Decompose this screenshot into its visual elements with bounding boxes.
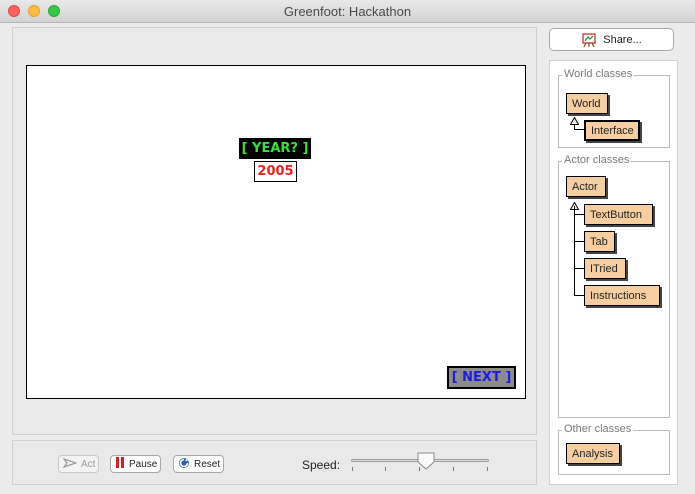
inheritance-line (574, 241, 584, 242)
class-textbutton[interactable]: TextButton (584, 204, 653, 225)
class-instructions[interactable]: Instructions (584, 285, 660, 306)
title-bar: Greenfoot: Hackathon (0, 0, 695, 23)
year-value-display[interactable]: 2005 (254, 161, 297, 182)
class-world[interactable]: World (566, 93, 608, 114)
pause-icon (115, 457, 125, 471)
slider-tick (385, 467, 386, 471)
reset-button[interactable]: Reset (173, 455, 224, 473)
slider-tick (487, 467, 488, 471)
world-canvas[interactable]: [ YEAR? ] 2005 [ NEXT ] (26, 65, 526, 399)
class-itried[interactable]: ITried (584, 258, 626, 279)
year-prompt-label: [ YEAR? ] (239, 138, 311, 159)
window-title: Greenfoot: Hackathon (283, 4, 412, 19)
actor-classes-title: Actor classes (562, 154, 632, 166)
class-tab[interactable]: Tab (584, 231, 615, 252)
inheritance-line (574, 129, 584, 130)
class-interface[interactable]: Interface (584, 120, 640, 141)
next-button[interactable]: [ NEXT ] (447, 366, 516, 389)
speed-label: Speed: (302, 458, 341, 472)
share-easel-icon (581, 32, 597, 48)
share-button[interactable]: Share... (549, 28, 674, 51)
share-button-label: Share... (603, 33, 642, 46)
act-button[interactable]: Act (58, 455, 99, 473)
reset-button-label: Reset (194, 458, 221, 470)
slider-tick (352, 467, 353, 471)
step-arrow-icon (62, 457, 78, 471)
inheritance-line (574, 214, 584, 215)
inheritance-line (574, 268, 584, 269)
act-button-label: Act (81, 458, 96, 470)
speed-slider-thumb[interactable] (417, 452, 435, 470)
reset-icon (178, 457, 190, 472)
execution-controls: Act Pause Reset Speed: (12, 440, 537, 485)
class-analysis[interactable]: Analysis (566, 443, 620, 464)
class-actor[interactable]: Actor (566, 176, 606, 197)
inheritance-line (574, 206, 575, 296)
pause-button-label: Pause (129, 458, 158, 470)
slider-tick (453, 467, 454, 471)
pause-button[interactable]: Pause (110, 455, 161, 473)
class-browser: World classes World Interface Actor clas… (549, 60, 678, 485)
speed-slider[interactable] (351, 451, 489, 475)
inheritance-arrow-icon (569, 114, 580, 128)
other-classes-title: Other classes (562, 423, 634, 435)
world-classes-title: World classes (562, 68, 635, 80)
inheritance-line (574, 295, 584, 296)
